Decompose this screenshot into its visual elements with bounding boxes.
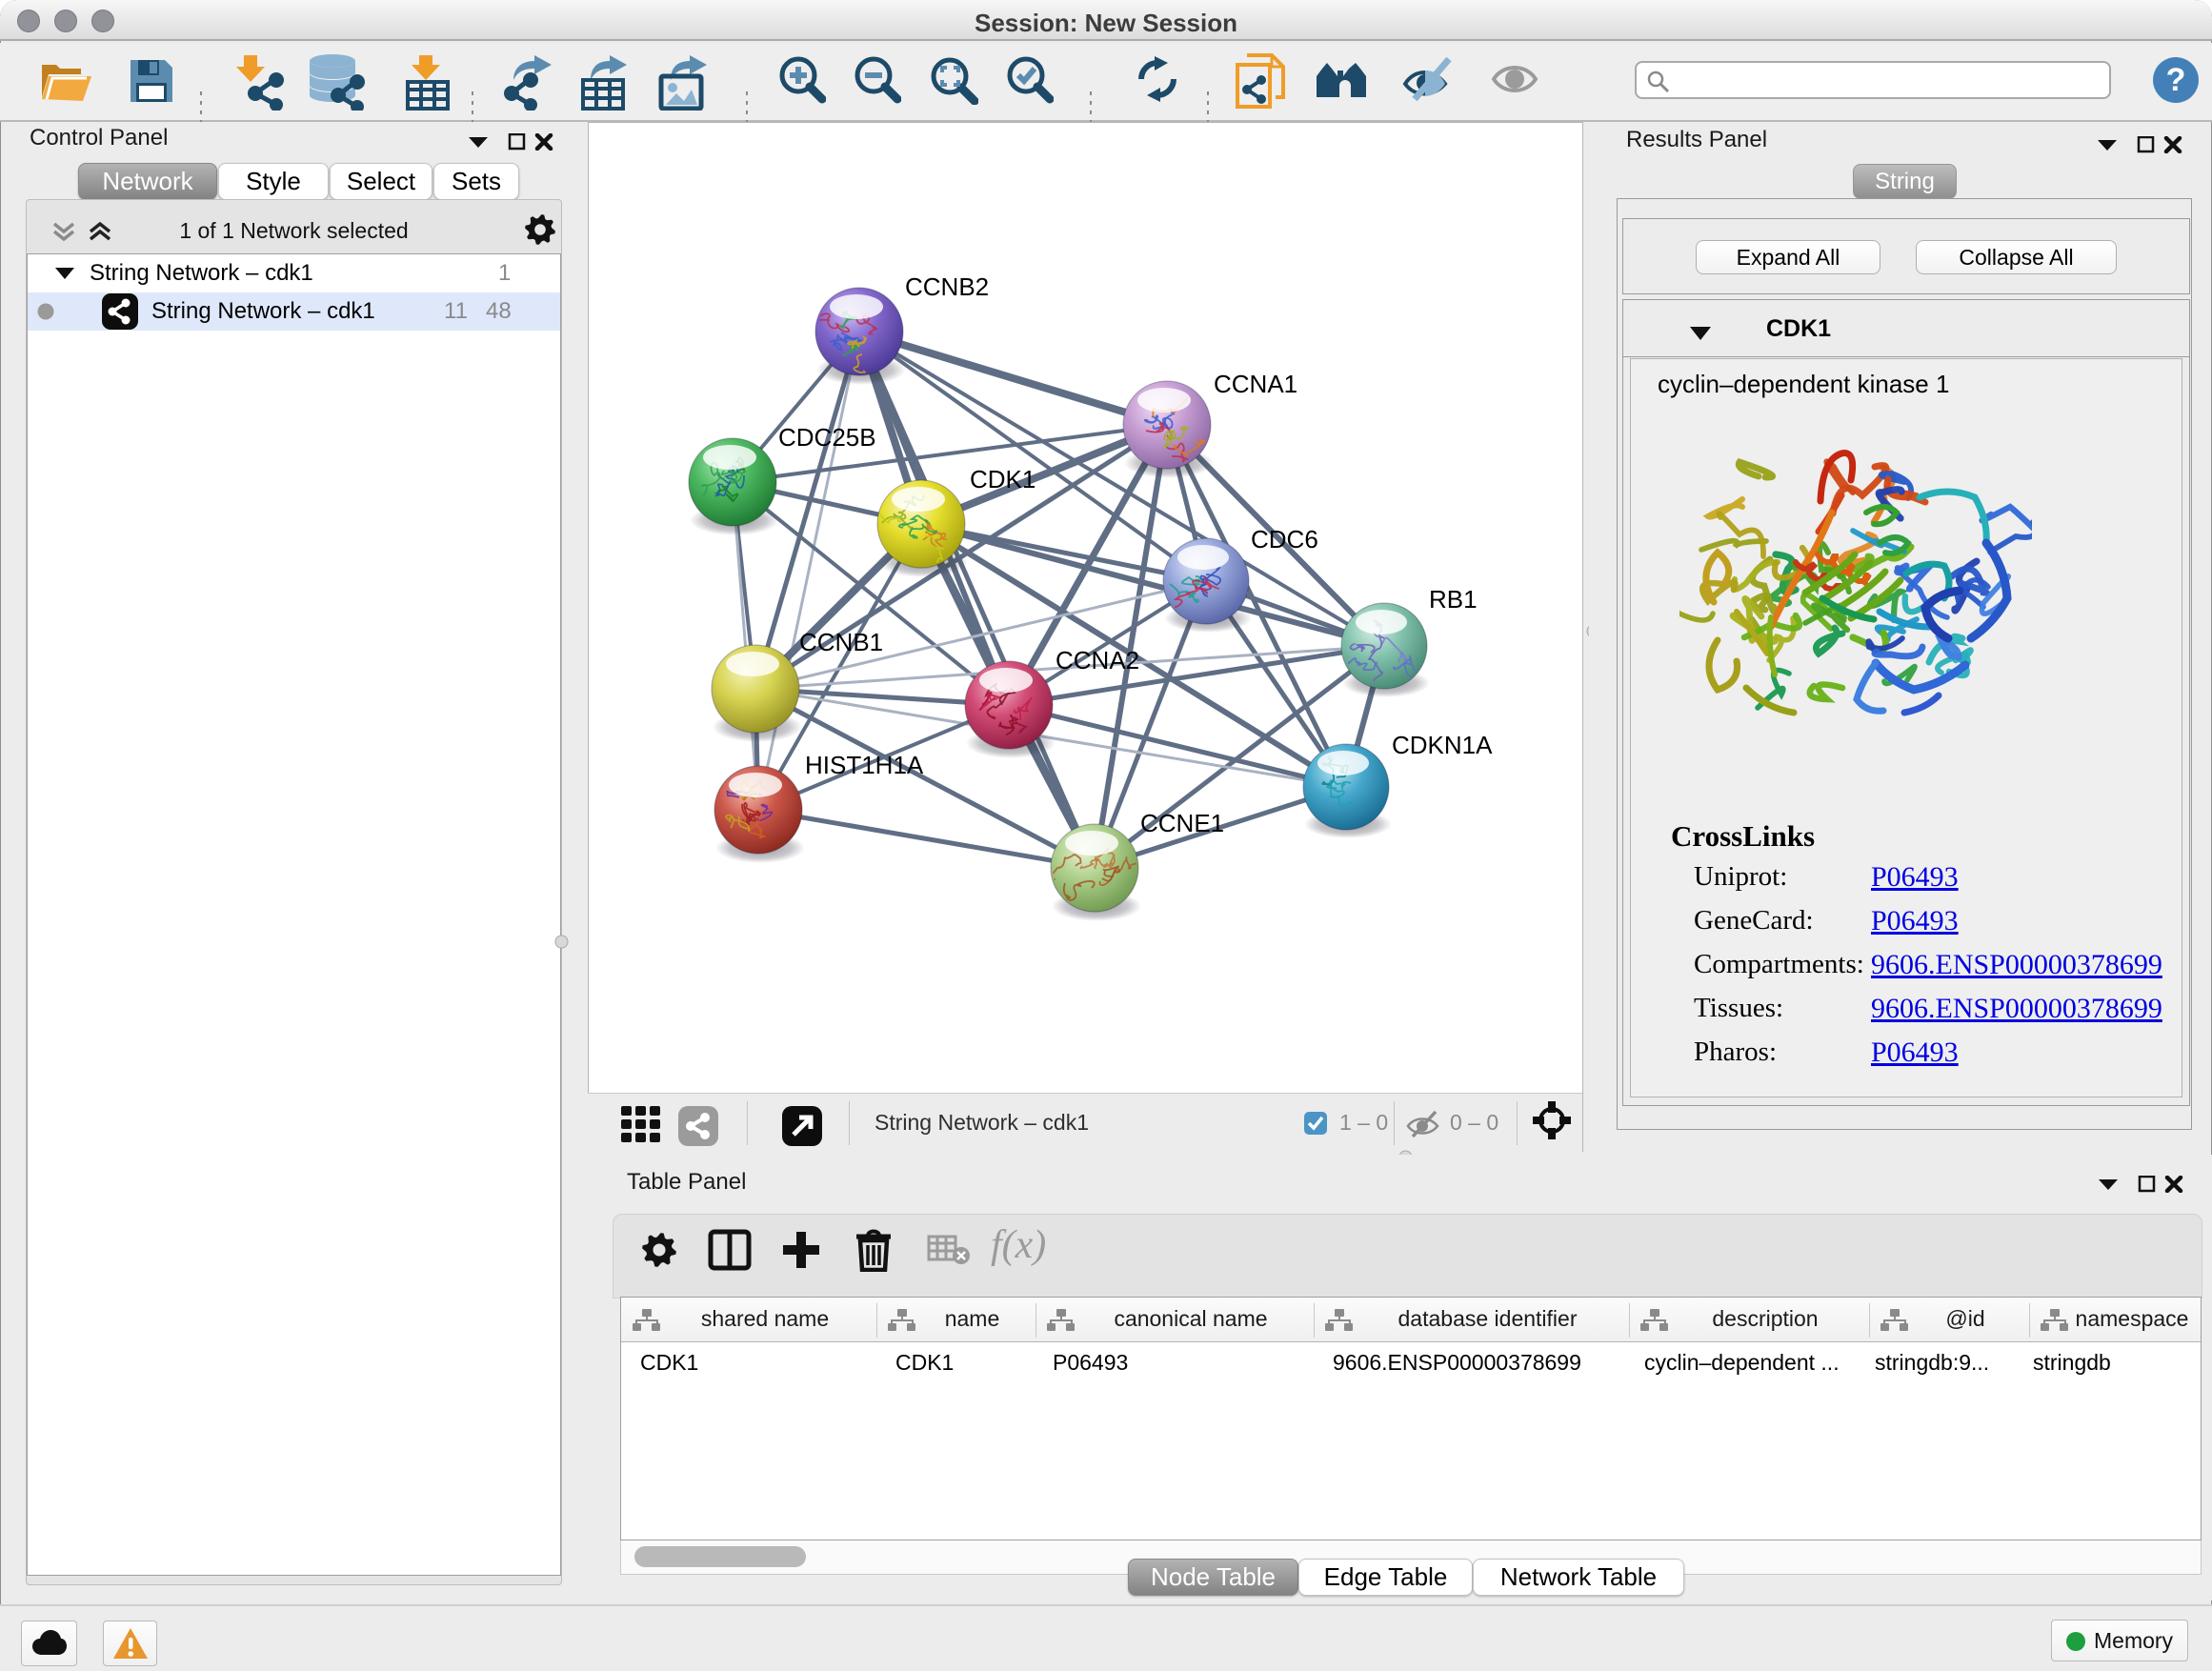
svg-text:CDC6: CDC6: [1251, 525, 1318, 554]
svg-text:CDC25B: CDC25B: [778, 423, 876, 452]
svg-text:CCNA1: CCNA1: [1214, 370, 1297, 398]
svg-text:HIST1H1A: HIST1H1A: [805, 751, 924, 779]
svg-text:CCNB2: CCNB2: [905, 272, 989, 301]
svg-text:?: ?: [2166, 62, 2186, 98]
svg-text:CCNA2: CCNA2: [1056, 646, 1139, 674]
svg-text:CCNE1: CCNE1: [1140, 809, 1224, 837]
svg-text:RB1: RB1: [1429, 585, 1478, 614]
svg-text:CCNB1: CCNB1: [799, 628, 883, 656]
svg-text:CDK1: CDK1: [970, 465, 1036, 493]
svg-text:CDKN1A: CDKN1A: [1392, 731, 1493, 759]
